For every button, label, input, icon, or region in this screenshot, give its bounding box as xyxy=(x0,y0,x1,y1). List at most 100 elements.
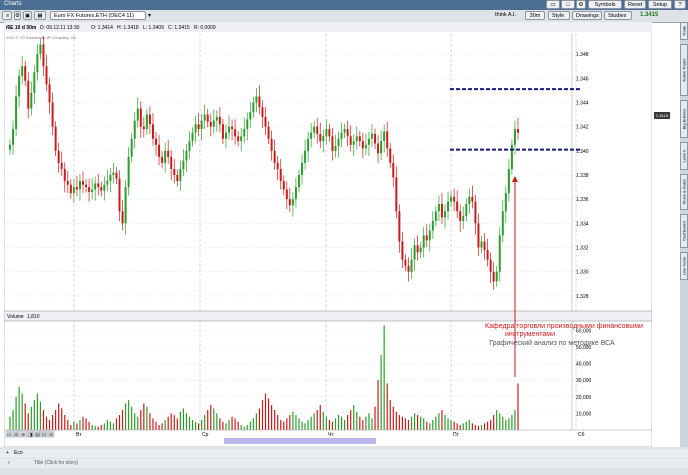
candle-body xyxy=(367,138,370,145)
tab-big-buttons[interactable]: Big Buttons xyxy=(680,100,688,138)
candle-body xyxy=(343,129,346,133)
timeframe-button[interactable]: 30m xyxy=(525,11,545,20)
candle-body xyxy=(492,271,495,282)
candle-body xyxy=(63,168,66,182)
candle-body xyxy=(498,235,501,272)
window-toggle-icon[interactable]: □ xyxy=(561,0,575,9)
tab-level-ii[interactable]: Level II xyxy=(680,142,688,170)
candle-body xyxy=(24,66,27,81)
zoom-icon: ◨ xyxy=(28,432,33,438)
price-chart[interactable]: /6E 10 d 30m D: 09.12.11 13:30 O: 1.3414… xyxy=(4,22,652,447)
candle-body xyxy=(106,181,109,185)
news-row-eco[interactable]: + Eco xyxy=(0,449,688,458)
symbol-field[interactable]: Euro FX Futures,ETH (DEC4 11) xyxy=(50,11,146,20)
candle-body xyxy=(161,156,164,163)
candle-body xyxy=(401,241,404,260)
candle-body xyxy=(447,201,450,212)
grid-icon[interactable]: ▦ xyxy=(34,11,46,20)
candle-body xyxy=(60,162,63,169)
tab-dashboard[interactable]: Dashboard xyxy=(680,214,688,248)
candle-body xyxy=(270,138,273,151)
tab-trade[interactable]: Trade xyxy=(680,22,688,40)
style-button[interactable]: Style xyxy=(548,11,570,20)
candle-body xyxy=(279,168,282,182)
price-tick-label: 1.334 xyxy=(576,221,589,227)
copyright-text: 2011 © TD Ameritrade IP Company, Inc. xyxy=(6,35,77,40)
symbols-button[interactable]: Symbols xyxy=(588,0,622,9)
candle-body xyxy=(27,80,30,109)
gear-icon[interactable]: ⚙ xyxy=(576,0,586,9)
candle-body xyxy=(304,150,307,163)
candle-body xyxy=(109,175,112,182)
window-title: Charts xyxy=(4,1,22,7)
zoom-icon: ▤ xyxy=(35,432,40,438)
zoom-controls[interactable]: ⊟ ⊞ ⊕ ◨ ▤ ⊟ ⊞ xyxy=(5,430,55,438)
candle-body xyxy=(501,211,504,236)
last-price-badge: 1.3415 xyxy=(654,112,670,119)
news-title-text: Title (Click for story) xyxy=(34,460,79,466)
candle-body xyxy=(243,129,246,137)
candle-body xyxy=(276,162,279,169)
zoom-icon: ⊟ xyxy=(42,432,46,438)
candle-body xyxy=(486,249,489,260)
candle-body xyxy=(507,168,510,194)
candle-body xyxy=(504,193,507,212)
candle-body xyxy=(437,204,440,212)
candle-body xyxy=(398,211,401,242)
think-ai-label[interactable]: think A.I. xyxy=(495,12,516,18)
candle-body xyxy=(453,196,456,202)
candle-body xyxy=(361,141,364,149)
tab-live-news[interactable]: Live News xyxy=(680,252,688,280)
candle-body xyxy=(136,108,139,121)
candle-body xyxy=(316,126,319,134)
help-icon[interactable]: ? xyxy=(674,0,686,9)
candle-body xyxy=(386,131,389,149)
candle-body xyxy=(133,120,136,139)
candle-body xyxy=(322,136,325,142)
candle-body xyxy=(489,259,492,272)
volume-tick-label: 30,000 xyxy=(576,378,592,384)
candle-body xyxy=(264,116,267,127)
settings-icon[interactable]: ⚙ xyxy=(14,11,21,20)
horizontal-scrollbar[interactable] xyxy=(224,438,376,444)
price-tick-label: 1.332 xyxy=(576,246,589,252)
tab-times-sales[interactable]: Times & Sales xyxy=(680,174,688,210)
news-panel: + Eco › Title (Click for story) xyxy=(0,447,688,475)
plus-icon[interactable]: + xyxy=(6,450,9,456)
candle-body xyxy=(15,96,18,130)
candle-body xyxy=(440,204,443,218)
candle-body xyxy=(331,136,334,151)
bar-close: C: 1.3415 xyxy=(168,25,190,31)
drawings-button[interactable]: Drawings xyxy=(572,11,602,20)
window-minimize-icon[interactable]: ▭ xyxy=(546,0,560,9)
studies-button[interactable]: Studies xyxy=(604,11,632,20)
candle-body xyxy=(234,129,237,137)
candle-body xyxy=(465,204,468,217)
candle-body xyxy=(340,132,343,139)
candle-body xyxy=(36,54,39,73)
candle-body xyxy=(297,175,300,188)
candle-body xyxy=(334,145,337,151)
candle-body xyxy=(240,136,243,142)
price-tick-label: 1.346 xyxy=(576,76,589,82)
candle-body xyxy=(419,247,422,253)
candle-body xyxy=(267,126,270,139)
news-row-title[interactable]: › Title (Click for story) xyxy=(0,459,688,468)
candle-body xyxy=(459,211,462,221)
candle-body xyxy=(495,271,498,282)
candle-body xyxy=(224,132,227,139)
candle-body xyxy=(142,126,145,130)
volume-tick-label: 20,000 xyxy=(576,395,592,401)
candle-body xyxy=(145,114,148,130)
candle-body xyxy=(252,102,255,113)
symbol-dropdown-icon[interactable]: ▾ xyxy=(148,12,156,19)
candle-body xyxy=(352,141,355,145)
tab-active-trader[interactable]: Active Trader xyxy=(680,44,688,96)
menu-icon[interactable]: ≡ xyxy=(2,11,12,20)
candle-body xyxy=(392,162,395,178)
candle-body xyxy=(121,211,124,224)
reset-button[interactable]: Reset xyxy=(624,0,646,9)
candle-body xyxy=(127,156,130,188)
link-icon[interactable]: ▣ xyxy=(23,11,32,20)
setup-button[interactable]: Setup xyxy=(648,0,672,9)
